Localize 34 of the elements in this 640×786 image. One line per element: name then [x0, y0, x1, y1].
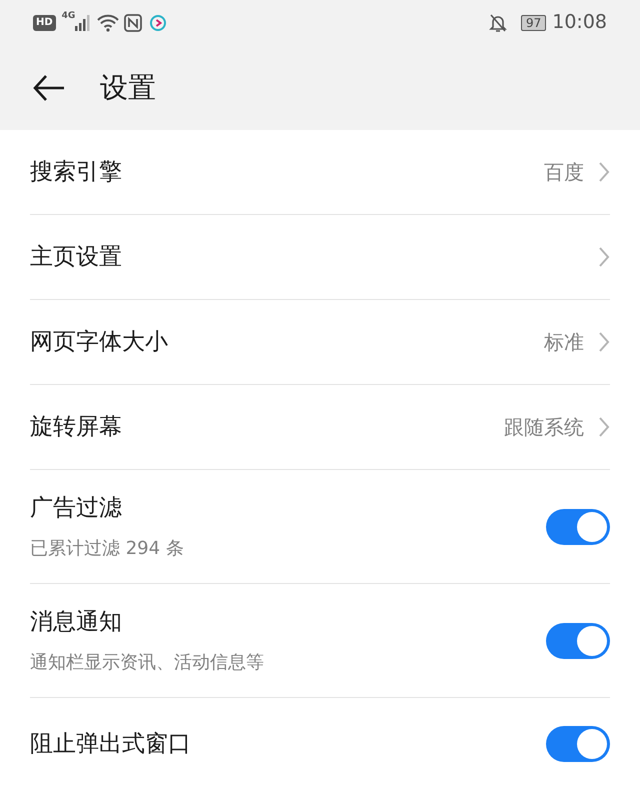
row-value: 标准: [544, 329, 584, 356]
toggle-switch[interactable]: [546, 726, 610, 762]
chevron-icon: [598, 331, 610, 353]
row-label: 阻止弹出式窗口: [30, 730, 192, 759]
chevron-icon: [598, 416, 610, 438]
settings-row[interactable]: 搜索引擎 百度: [30, 130, 610, 215]
play-icon: [149, 14, 168, 32]
chevron-icon: [598, 161, 610, 183]
row-label: 广告过滤: [30, 494, 123, 523]
row-label: 主页设置: [30, 242, 123, 272]
settings-row[interactable]: 主页设置: [30, 215, 610, 300]
row-description: 通知栏显示资讯、活动信息等: [30, 651, 265, 676]
clock: 10:08: [552, 10, 607, 36]
row-value: 跟随系统: [504, 414, 584, 441]
back-arrow-icon: [32, 74, 66, 102]
toggle-switch[interactable]: [546, 508, 610, 544]
row-description: 已累计过滤 294 条: [30, 537, 185, 562]
hd-badge: HD: [33, 14, 56, 30]
settings-row[interactable]: 旋转屏幕 跟随系统: [30, 385, 610, 470]
settings-row[interactable]: 网页字体大小 标准: [30, 300, 610, 385]
bell-off-icon: [488, 12, 507, 32]
row-value: 百度: [544, 159, 584, 186]
row-label: 消息通知: [30, 608, 123, 637]
battery-indicator: 97: [520, 14, 546, 30]
row-label: 网页字体大小: [30, 328, 169, 357]
network-type: 4G: [62, 10, 76, 23]
row-label: 旋转屏幕: [30, 412, 123, 442]
signal-icon: [75, 14, 92, 30]
wifi-icon: [97, 14, 120, 32]
toggle-switch[interactable]: [546, 622, 610, 658]
nfc-icon: [124, 14, 142, 32]
chevron-icon: [598, 246, 610, 268]
page-title: 设置: [100, 70, 156, 106]
row-label: 搜索引擎: [30, 158, 123, 187]
